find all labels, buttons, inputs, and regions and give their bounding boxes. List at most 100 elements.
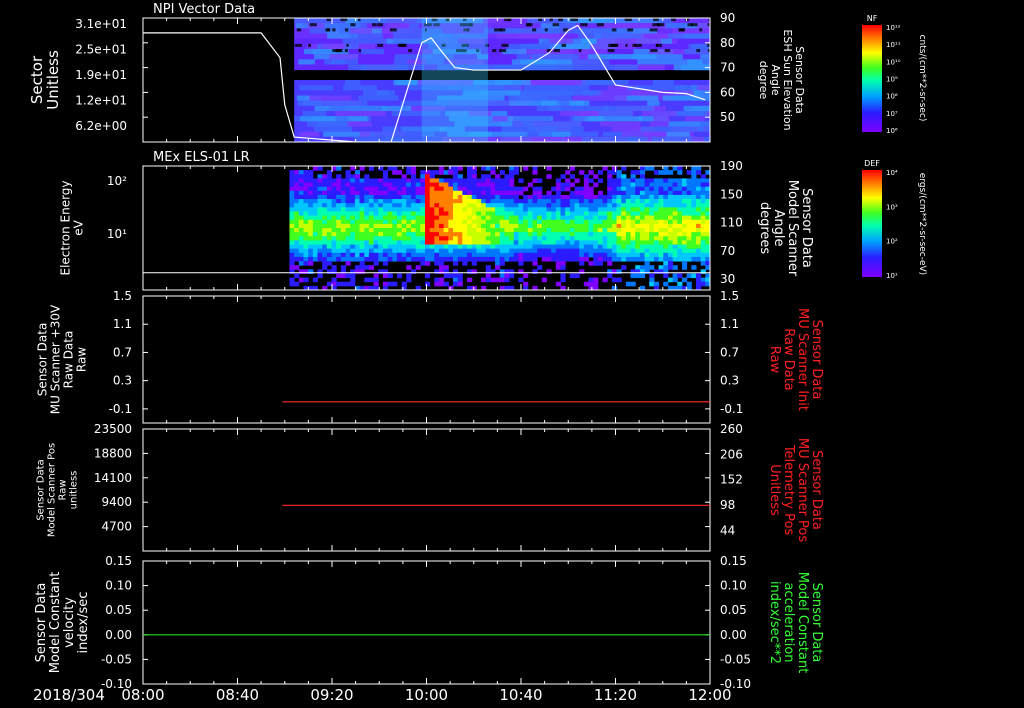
heatmap-cell [513,170,519,175]
heatmap-cell [490,244,496,250]
heatmap-cell [616,256,622,262]
heatmap-cell [312,228,319,233]
heatmap-cell [443,281,449,287]
heatmap-cell [691,207,697,212]
heatmap-cell [298,236,304,241]
heatmap-cell [438,232,445,237]
heatmap-cell [298,174,304,179]
heatmap-cell [527,240,533,246]
heatmap-cell [481,166,487,171]
heatmap-cell [340,219,347,225]
heatmap-cell [350,186,356,192]
heatmap-cell [565,194,571,200]
heatmap-cell [691,203,697,208]
heatmap-cell [677,219,683,225]
heatmap-cell [345,228,351,233]
y2-tick-label: 0.7 [720,345,739,359]
heatmap-cell [410,211,417,217]
y-tick-label: 0.7 [113,345,132,359]
heatmap-cell [574,203,580,208]
heatmap-cell [350,203,356,208]
heatmap-cell [681,178,688,184]
heatmap-cell [373,256,379,262]
heatmap-cell [677,252,683,258]
heatmap-cell [490,203,496,208]
heatmap-cell [499,256,505,262]
heatmap-cell [443,182,449,188]
heatmap-cell [298,211,304,217]
heatmap-cell [672,228,678,233]
heatmap-cell [331,265,337,270]
heatmap-cell [565,256,571,262]
heatmap-cell [298,190,304,196]
heatmap-cell [373,186,379,192]
heatmap-cell [509,244,515,250]
heatmap-cell [695,273,702,279]
heatmap-cell [457,277,463,283]
heatmap-cell [309,28,328,34]
y-tick-label: 0.05 [105,603,132,617]
heatmap-cell [350,207,356,212]
heatmap-cell [354,174,361,179]
heatmap-cell [583,223,590,229]
heatmap-cell [630,211,636,217]
heatmap-cell [434,244,440,250]
heatmap-cell [653,252,660,258]
heatmap-cell [527,232,533,237]
heatmap-cell [551,240,557,246]
heatmap-cell [616,194,622,200]
heatmap-cell [462,211,468,217]
heatmap-cell [382,215,389,221]
heatmap-cell [368,219,375,225]
heatmap-cell [382,223,389,229]
heatmap-cell [625,190,632,196]
heatmap-cell [621,166,627,171]
heatmap-cell [616,232,622,237]
heatmap-cell [373,232,379,237]
heatmap-cell [677,211,683,217]
heatmap-cell [686,273,692,279]
heatmap-cell [476,248,482,254]
heatmap-cell [424,228,431,233]
heatmap-cell [462,182,468,188]
heatmap-cell [537,211,543,217]
heatmap-cell [523,166,529,171]
heatmap-gap [687,23,693,27]
heatmap-cell [611,248,618,254]
heatmap-cell [490,277,496,283]
heatmap-cell [513,186,519,192]
heatmap-cell [438,166,445,171]
heatmap-cell [691,232,697,237]
heatmap-cell [700,228,706,233]
heatmap-cell [322,199,328,204]
heatmap-cell [382,219,389,225]
time-tick-label: 08:40 [216,686,259,704]
heatmap-cell [616,248,622,254]
heatmap-cell [462,186,468,192]
heatmap-cell [410,248,417,254]
heatmap-cell [420,174,426,179]
heatmap-cell [495,182,501,188]
heatmap-cell [406,252,412,258]
heatmap-cell [415,256,421,262]
heatmap-cell [672,232,678,237]
heatmap-cell [373,190,379,196]
heatmap-cell [518,186,524,192]
heatmap-cell [453,207,459,212]
heatmap-cell [392,186,398,192]
heatmap-cell [396,228,403,233]
heatmap-cell [326,199,333,204]
heatmap-cell [298,199,304,204]
heatmap-cell [392,232,398,237]
heatmap-cell [340,182,347,188]
y2-axis-label: Sensor DataESH Sun ElevationAngledegree [757,29,806,130]
heatmap-cell [532,170,538,175]
heatmap-cell [322,194,328,200]
heatmap-cell [579,211,585,217]
heatmap-cell [649,190,655,196]
heatmap-cell [686,194,692,200]
heatmap-cell [289,228,295,233]
heatmap-cell [523,203,529,208]
heatmap-cell [345,219,351,225]
heatmap-cell [317,215,323,221]
